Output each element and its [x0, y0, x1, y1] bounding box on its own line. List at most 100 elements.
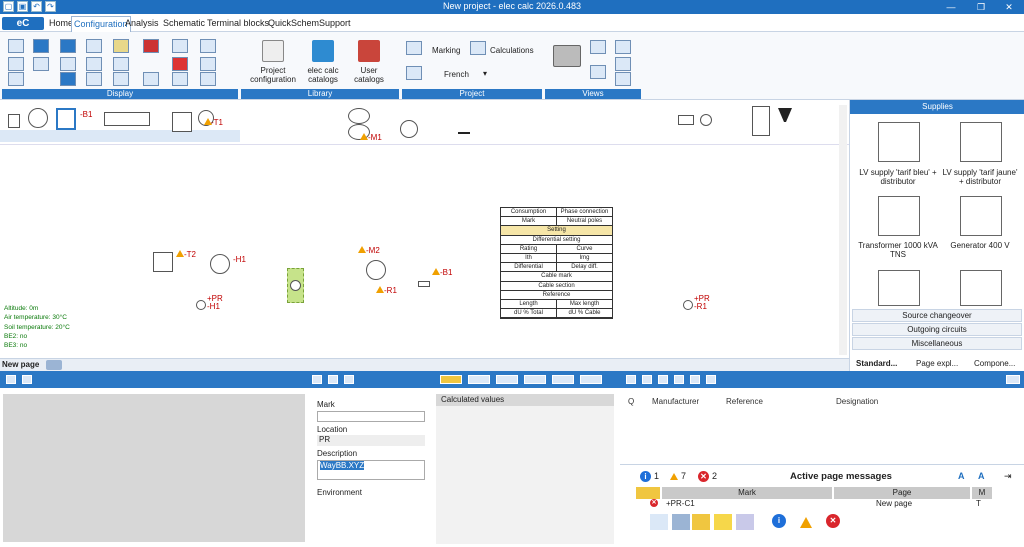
hierarchy-icon[interactable]	[650, 514, 668, 530]
focus-icon[interactable]	[344, 375, 354, 384]
supply-item-5-icon[interactable]	[878, 270, 920, 306]
elec-calc-catalogs-button[interactable]: elec calc catalogs	[298, 66, 348, 84]
tab-standard[interactable]: Standard...	[856, 358, 897, 370]
menu-terminal-blocks[interactable]: Terminal blocks	[207, 18, 269, 28]
symbol-motor[interactable]	[348, 108, 370, 124]
symbol-arrow-down[interactable]	[778, 108, 792, 122]
lv-supply-jaune-icon[interactable]	[960, 122, 1002, 162]
generator-label[interactable]: Generator 400 V	[940, 241, 1020, 250]
warning-icon[interactable]	[376, 286, 384, 293]
warning-icon[interactable]	[432, 268, 440, 275]
note-add-icon[interactable]	[714, 514, 732, 530]
display-flag-icon[interactable]	[143, 72, 159, 86]
error-icon[interactable]: ✕	[698, 471, 709, 482]
edit-pen-icon[interactable]	[312, 375, 322, 384]
symbol-cable[interactable]	[104, 112, 150, 126]
elec-calc-catalogs-icon[interactable]	[312, 40, 334, 62]
display-color-icon[interactable]	[113, 39, 129, 53]
eye-view-icon[interactable]	[553, 45, 581, 67]
report-5-icon[interactable]	[690, 375, 700, 384]
category-outgoing-circuits[interactable]: Outgoing circuits	[852, 323, 1022, 336]
supplies-header[interactable]: Supplies	[850, 100, 1024, 114]
display-busbar-icon[interactable]	[60, 39, 76, 53]
display-record-icon[interactable]	[172, 57, 188, 71]
error-filter-icon[interactable]: ✕	[826, 514, 840, 528]
report-1-icon[interactable]	[626, 375, 636, 384]
calculations-icon[interactable]	[470, 41, 486, 55]
row-mark[interactable]: +PR-C1	[666, 499, 695, 509]
folder-icon[interactable]	[692, 514, 710, 530]
col-m[interactable]: M	[972, 487, 992, 499]
report-3-icon[interactable]	[658, 375, 668, 384]
view-print-icon[interactable]	[615, 57, 631, 71]
display-rows2-icon[interactable]	[200, 57, 216, 71]
display-link-icon[interactable]	[113, 72, 129, 86]
palette-icon[interactable]	[736, 514, 754, 530]
restore-icon[interactable]: ❐	[970, 0, 992, 14]
symbol-coil[interactable]	[678, 115, 694, 125]
close-icon[interactable]: ✕	[998, 0, 1020, 14]
display-eye-icon[interactable]	[86, 72, 102, 86]
lv-supply-bleu-icon[interactable]	[878, 122, 920, 162]
supply-item-6-icon[interactable]	[960, 270, 1002, 306]
symbol-meter-h1[interactable]	[196, 300, 206, 310]
view-close-icon[interactable]	[615, 40, 631, 54]
user-catalogs-button[interactable]: User catalogs	[348, 66, 390, 84]
view-mode-3-icon[interactable]	[496, 375, 518, 384]
generator-icon[interactable]	[960, 196, 1002, 236]
grid-view-icon[interactable]	[672, 514, 690, 530]
user-catalogs-icon[interactable]	[358, 40, 380, 62]
display-layout-icon[interactable]	[8, 72, 24, 86]
symbol-busbar[interactable]	[56, 108, 76, 130]
display-meter-icon[interactable]	[60, 57, 76, 71]
location-pin-icon[interactable]	[328, 375, 338, 384]
transformer-icon[interactable]	[878, 196, 920, 236]
symbol-ammeter[interactable]	[700, 114, 712, 126]
lv-supply-bleu-label[interactable]: LV supply 'tarif bleu' + distributor	[858, 168, 938, 186]
menu-quickschem[interactable]: QuickSchem	[268, 18, 319, 28]
display-dots-icon[interactable]	[172, 39, 188, 53]
symbol-supply[interactable]	[8, 114, 20, 128]
symbol-generator[interactable]	[28, 108, 48, 128]
vertical-scrollbar[interactable]	[839, 105, 847, 355]
display-rows3-icon[interactable]	[200, 72, 216, 86]
tab-page-explorer[interactable]: Page expl...	[916, 358, 958, 370]
col-page[interactable]: Page	[834, 487, 970, 499]
project-configuration-button[interactable]: Project configuration	[245, 66, 301, 84]
report-6-icon[interactable]	[706, 375, 716, 384]
row-page[interactable]: New page	[876, 499, 912, 509]
symbol-meter-r1[interactable]	[683, 300, 693, 310]
description-selected-text[interactable]: WayBB.XYZ	[320, 461, 365, 470]
symbol-ammeter-selected[interactable]	[290, 280, 301, 291]
view-mode-2-icon[interactable]	[468, 375, 490, 384]
warning-icon[interactable]	[176, 250, 184, 257]
category-miscellaneous[interactable]: Miscellaneous	[852, 337, 1022, 350]
camera-grid-icon[interactable]	[590, 65, 606, 79]
display-zoom-icon[interactable]	[113, 57, 129, 71]
report-4-icon[interactable]	[674, 375, 684, 384]
marking-icon[interactable]	[406, 41, 422, 55]
warning-icon[interactable]	[670, 473, 678, 480]
warning-filter-icon[interactable]	[800, 517, 812, 528]
marking-button[interactable]: Marking	[432, 46, 460, 55]
view-mode-1-icon[interactable]	[440, 375, 462, 384]
app-logo[interactable]: eC	[2, 17, 44, 30]
font-smaller-icon[interactable]: A	[978, 471, 985, 481]
row-m[interactable]: T	[976, 499, 981, 509]
lv-supply-jaune-label[interactable]: LV supply 'tarif jaune' + distributor	[940, 168, 1020, 186]
camera-icon[interactable]	[590, 40, 606, 54]
layout-toggle-icon[interactable]	[1006, 375, 1020, 384]
symbol-cabinet[interactable]	[752, 106, 770, 136]
pin-icon[interactable]: ⇥	[1004, 471, 1012, 482]
view-mode-4-icon[interactable]	[524, 375, 546, 384]
report-2-icon[interactable]	[642, 375, 652, 384]
font-larger-icon[interactable]: A	[958, 471, 965, 481]
menu-configuration[interactable]: Configuration	[71, 16, 131, 32]
display-gun-icon[interactable]	[143, 39, 159, 53]
menu-home[interactable]: Home	[49, 18, 73, 28]
symbol-transformer[interactable]	[172, 112, 192, 132]
mark-field[interactable]	[317, 411, 425, 422]
col-reference[interactable]: Reference	[726, 397, 763, 406]
project-configuration-icon[interactable]	[262, 40, 284, 62]
view-mode-5-icon[interactable]	[552, 375, 574, 384]
